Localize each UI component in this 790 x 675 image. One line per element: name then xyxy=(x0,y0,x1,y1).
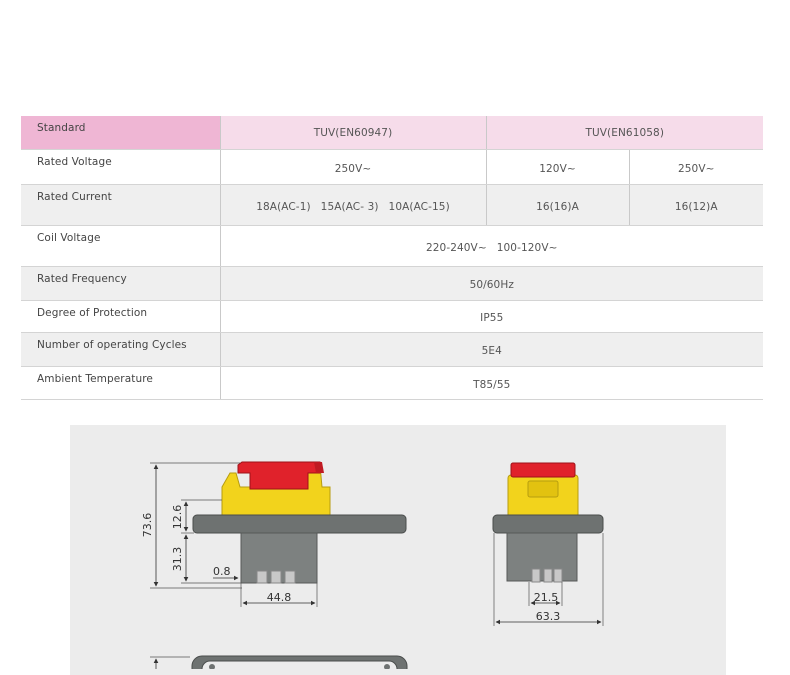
row-label-rated-frequency: Rated Frequency xyxy=(21,265,220,301)
side-red-cap xyxy=(237,461,321,490)
dimension-drawing-svg: 73.6 12.6 31.3 0.8 44.8 21.5 63.3 xyxy=(141,461,604,669)
table-row-standard: Standard TUV(EN60947) TUV(EN61058) xyxy=(21,116,764,150)
side-terminal-1 xyxy=(256,570,268,584)
dim-total-height: 73.6 xyxy=(141,513,154,538)
cell-degree-of-protection: IP55 xyxy=(219,299,764,333)
coil-voltage-220: 220-240V~ xyxy=(425,241,487,254)
side-mounting-plate xyxy=(192,514,407,534)
coil-voltage-100: 100-120V~ xyxy=(496,241,558,254)
side-view: 73.6 12.6 31.3 0.8 44.8 xyxy=(141,461,407,607)
front-mounting-plate xyxy=(492,514,604,534)
cell-rated-voltage-250v: 250V~ xyxy=(628,148,764,185)
row-label-standard: Standard xyxy=(21,116,220,150)
table-row-ambient-temperature: Ambient Temperature T85/55 xyxy=(21,365,764,400)
dim-side-width: 44.8 xyxy=(267,591,292,604)
cell-rated-frequency: 50/60Hz xyxy=(219,265,764,301)
row-label-rated-voltage: Rated Voltage xyxy=(21,148,220,185)
top-mounting-slot xyxy=(201,660,398,669)
side-terminal-2 xyxy=(270,570,282,584)
table-row-rated-frequency: Rated Frequency 50/60Hz xyxy=(21,265,764,301)
cell-coil-voltage: 220-240V~ 100-120V~ xyxy=(219,224,764,267)
front-red-cap xyxy=(510,462,576,478)
row-label-degree-of-protection: Degree of Protection xyxy=(21,299,220,333)
cell-operating-cycles: 5E4 xyxy=(219,331,764,367)
top-view xyxy=(150,655,408,669)
current-ac3: 15A(AC- 3) xyxy=(320,200,379,213)
front-terminal-2 xyxy=(543,568,553,583)
row-label-rated-current: Rated Current xyxy=(21,183,220,226)
front-yellow-window xyxy=(527,480,559,498)
dim-front-width: 63.3 xyxy=(536,610,561,623)
table-row-operating-cycles: Number of operating Cycles 5E4 xyxy=(21,331,764,367)
dim-terminal-width: 21.5 xyxy=(534,591,559,604)
front-view: 21.5 63.3 xyxy=(492,462,604,626)
current-ac15: 10A(AC-15) xyxy=(388,200,450,213)
cell-rated-current-16-16: 16(16)A xyxy=(485,183,629,226)
table-row-coil-voltage: Coil Voltage 220-240V~ 100-120V~ xyxy=(21,224,764,267)
front-terminal-1 xyxy=(531,568,541,583)
dim-offset: 0.8 xyxy=(213,565,231,578)
front-terminal-3 xyxy=(553,568,563,583)
dimension-drawing: 73.6 12.6 31.3 0.8 44.8 21.5 63.3 xyxy=(70,425,726,675)
col-header-en61058: TUV(EN61058) xyxy=(485,116,764,150)
row-label-ambient-temperature: Ambient Temperature xyxy=(21,365,220,400)
front-body xyxy=(506,532,578,582)
dim-lower-height: 31.3 xyxy=(171,547,184,572)
cell-rated-current-en60947: 18A(AC-1) 15A(AC- 3) 10A(AC-15) xyxy=(219,183,486,226)
cell-rated-voltage-en60947: 250V~ xyxy=(219,148,486,185)
cell-rated-voltage-120v: 120V~ xyxy=(485,148,629,185)
row-label-coil-voltage: Coil Voltage xyxy=(21,224,220,267)
col-header-en60947: TUV(EN60947) xyxy=(219,116,486,150)
cell-rated-current-16-12: 16(12)A xyxy=(628,183,764,226)
table-row-rated-voltage: Rated Voltage 250V~ 120V~ 250V~ xyxy=(21,148,764,185)
table-row-degree-of-protection: Degree of Protection IP55 xyxy=(21,299,764,333)
side-terminal-3 xyxy=(284,570,296,584)
dim-upper-height: 12.6 xyxy=(171,505,184,530)
row-label-operating-cycles: Number of operating Cycles xyxy=(21,331,220,367)
spec-table: Standard TUV(EN60947) TUV(EN61058) Rated… xyxy=(21,116,764,400)
cell-ambient-temperature: T85/55 xyxy=(219,365,764,400)
table-row-rated-current: Rated Current 18A(AC-1) 15A(AC- 3) 10A(AC-… xyxy=(21,183,764,226)
current-ac1: 18A(AC-1) xyxy=(256,200,311,213)
